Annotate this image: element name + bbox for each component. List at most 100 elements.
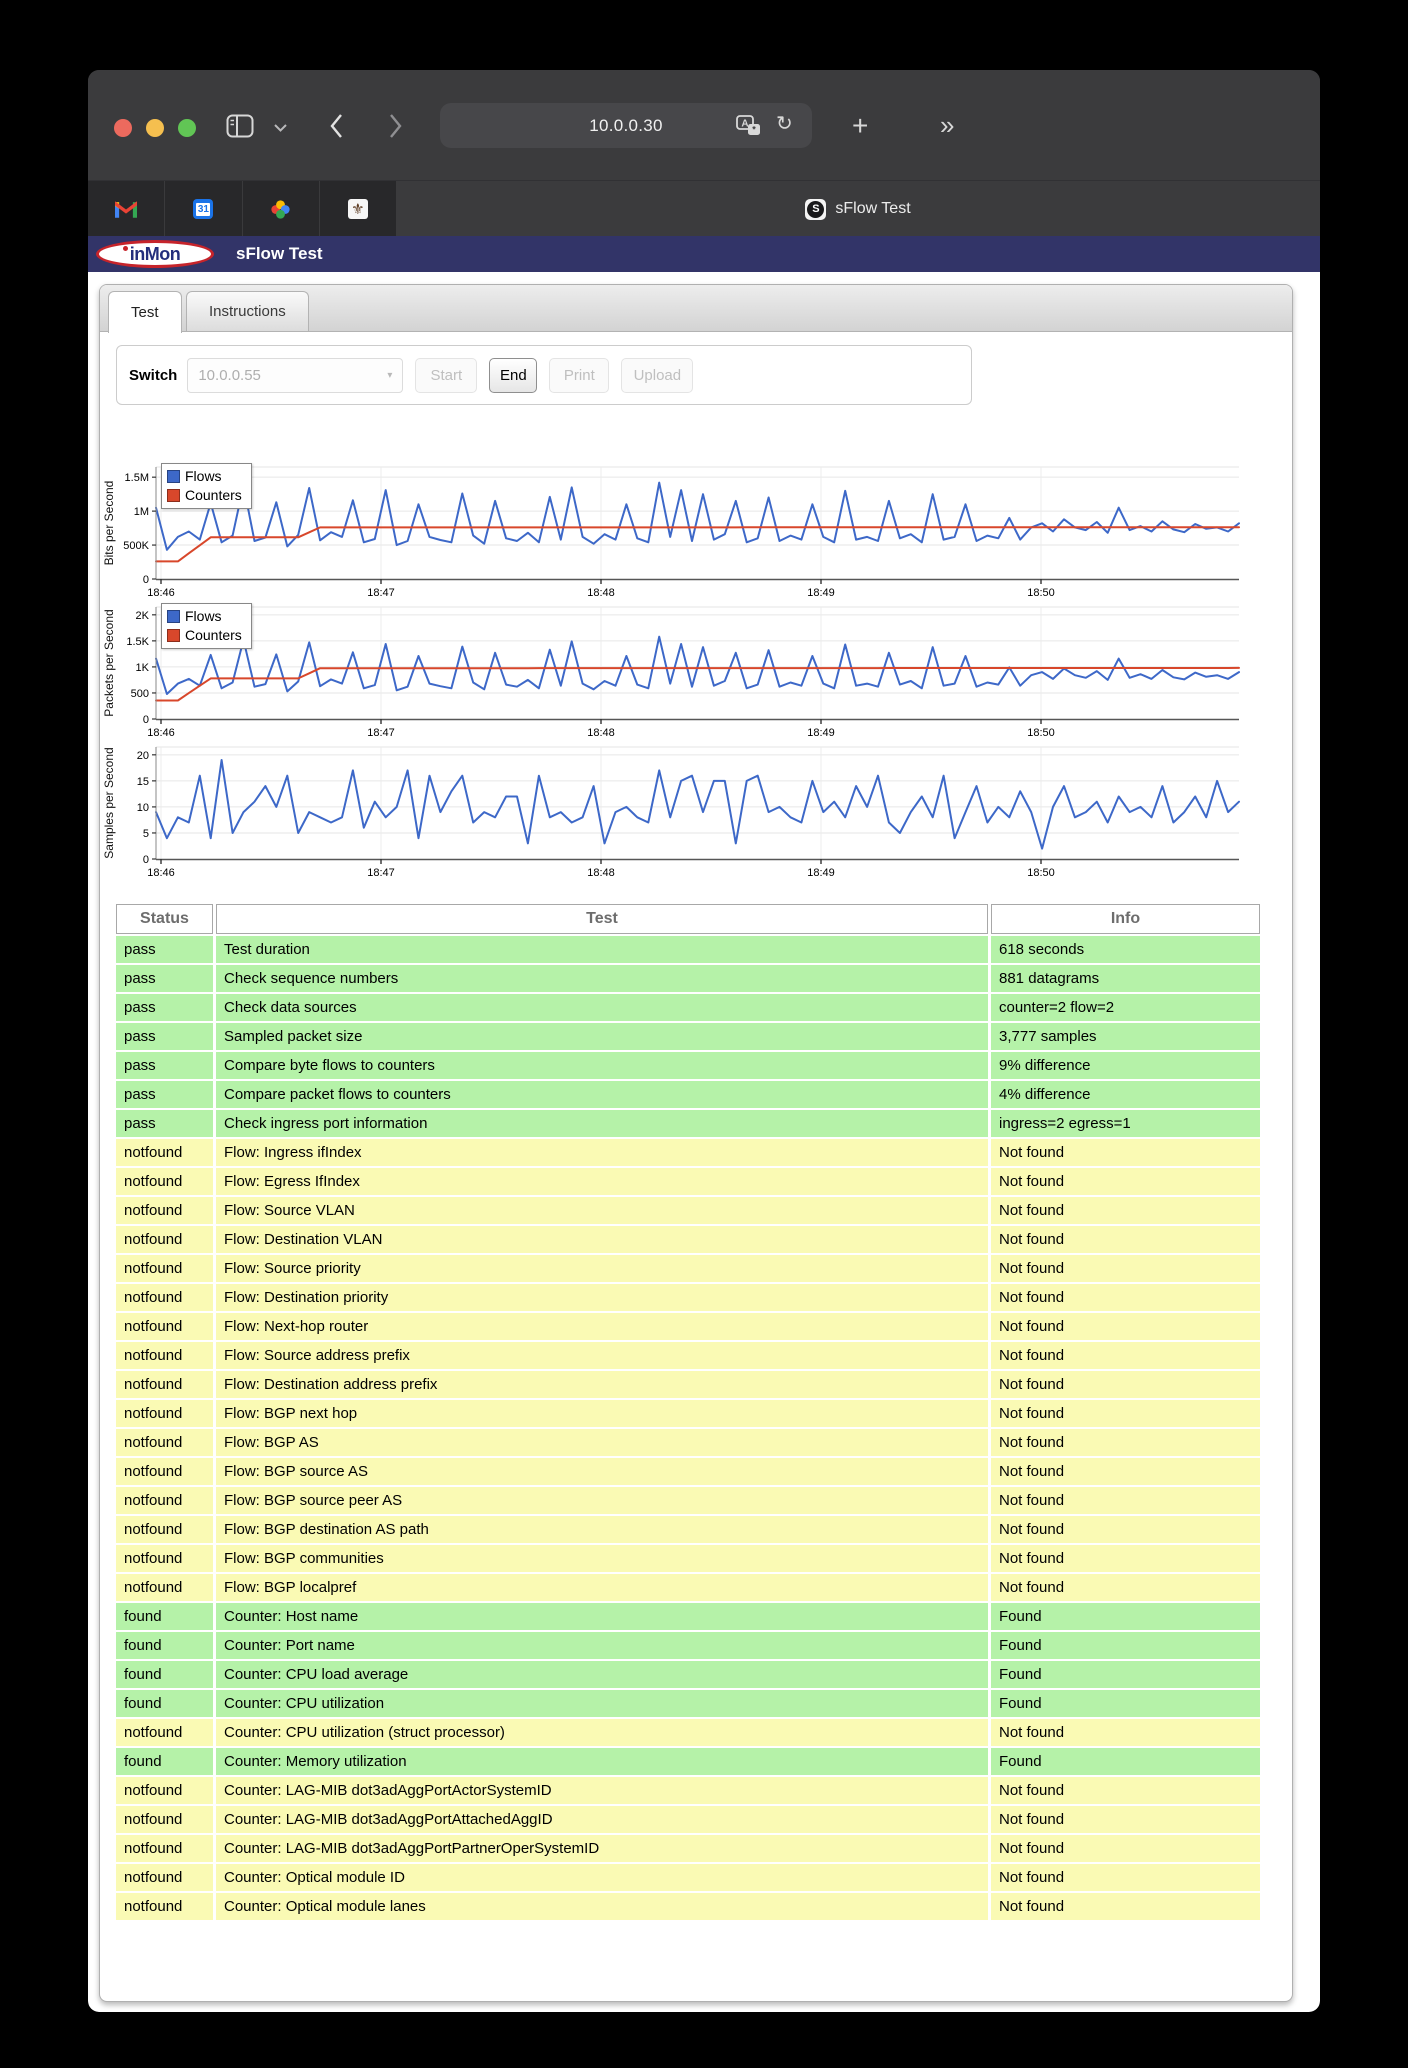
table-row: notfound Flow: BGP localpref Not found [116,1574,1260,1601]
table-row: notfound Flow: Egress IfIndex Not found [116,1168,1260,1195]
table-row: notfound Flow: Destination address prefix… [116,1371,1260,1398]
close-window-button[interactable] [114,119,132,137]
web-page: inMon sFlow Test Test Instructions Switc… [88,236,1320,2012]
cell-test: Flow: BGP localpref [216,1574,988,1601]
forward-icon[interactable] [388,112,404,140]
chart-bits-per-second: 18:46 18:47 18:48 18:49 18:50 0 500K 1M 1.5M Bits… [100,461,1240,601]
table-row: notfound Counter: LAG-MIB dot3adAggPortAc… [116,1777,1260,1804]
cell-status: notfound [116,1400,213,1427]
url-field[interactable]: 10.0.0.30 A * ↻ [440,103,812,148]
cell-test: Flow: Next-hop router [216,1313,988,1340]
table-row: notfound Flow: Destination priority Not fo… [116,1284,1260,1311]
legend-item: Counters [167,626,242,645]
svg-text:18:50: 18:50 [1027,867,1055,879]
legend-label: Flows [185,468,222,484]
end-button[interactable]: End [489,357,538,393]
reload-icon[interactable]: ↻ [776,114,793,134]
cell-info: Not found [991,1545,1260,1572]
tab-test[interactable]: Test [108,291,182,333]
sflow-favicon: S [805,198,827,220]
cell-test: Flow: Destination VLAN [216,1226,988,1253]
sidebar-icon[interactable] [226,114,254,138]
legend-label: Flows [185,608,222,624]
legend-label: Counters [185,627,242,643]
back-icon[interactable] [328,112,344,140]
switch-select[interactable]: 10.0.0.55 ▾ [187,357,404,393]
cell-status: notfound [116,1864,213,1891]
cell-test: Counter: Optical module ID [216,1864,988,1891]
pinned-tab-photos[interactable] [243,181,320,237]
cell-status: notfound [116,1545,213,1572]
cell-info: Found [991,1690,1260,1717]
upload-button[interactable]: Upload [621,357,694,393]
svg-text:18:49: 18:49 [807,867,835,879]
chevron-down-icon[interactable] [274,124,287,132]
table-row: notfound Counter: Optical module lanes Not… [116,1893,1260,1920]
svg-text:18:49: 18:49 [807,727,835,739]
cell-info: Not found [991,1255,1260,1282]
cell-info: 9% difference [991,1052,1260,1079]
cell-status: pass [116,936,213,963]
table-row: notfound Flow: Source address prefix Not f… [116,1342,1260,1369]
cell-info: Not found [991,1864,1260,1891]
print-button[interactable]: Print [549,357,610,393]
active-tab-title: sFlow Test [835,200,911,217]
new-tab-icon[interactable]: + [852,112,868,140]
svg-text:18:47: 18:47 [367,587,395,599]
cell-test: Check sequence numbers [216,965,988,992]
svg-text:1M: 1M [134,506,149,518]
svg-text:18:48: 18:48 [587,867,615,879]
table-row: notfound Counter: LAG-MIB dot3adAggPortAt… [116,1806,1260,1833]
cell-status: found [116,1603,213,1630]
svg-text:1K: 1K [136,662,150,674]
svg-text:18:46: 18:46 [147,727,175,739]
table-row: notfound Flow: BGP communities Not found [116,1545,1260,1572]
table-row: pass Check sequence numbers 881 datagrams [116,965,1260,992]
svg-text:18:50: 18:50 [1027,727,1055,739]
active-tab[interactable]: S sFlow Test [396,181,1320,237]
table-header-row: Status Test Info [116,904,1260,934]
cell-status: notfound [116,1835,213,1862]
cell-info: Not found [991,1400,1260,1427]
svg-text:20: 20 [137,750,149,762]
cell-info: Not found [991,1342,1260,1369]
cell-test: Flow: Ingress ifIndex [216,1139,988,1166]
svg-text:1.5K: 1.5K [126,636,149,648]
cell-status: pass [116,965,213,992]
site-header: inMon sFlow Test [88,236,1320,272]
svg-text:*: * [752,125,756,135]
table-row: pass Check ingress port information ingres… [116,1110,1260,1137]
cell-info: Not found [991,1226,1260,1253]
cell-test: Sampled packet size [216,1023,988,1050]
translate-icon[interactable]: A * [736,115,761,136]
svg-text:500: 500 [131,688,149,700]
cell-info: ingress=2 egress=1 [991,1110,1260,1137]
cell-status: notfound [116,1313,213,1340]
cell-info: Not found [991,1777,1260,1804]
chart-canvas: 18:46 18:47 18:48 18:49 18:50 0 500 1K 1.5K 2K Pac… [102,606,1240,739]
table-row: notfound Counter: CPU utilization (struct… [116,1719,1260,1746]
forward-glyph [390,114,402,138]
cell-status: found [116,1748,213,1775]
start-button[interactable]: Start [415,357,478,393]
pinned-tab-calendar[interactable]: 31 [165,181,243,237]
zoom-window-button[interactable] [178,119,196,137]
overflow-chevrons-icon[interactable]: » [940,112,954,138]
svg-text:18:48: 18:48 [587,727,615,739]
table-row: notfound Flow: BGP next hop Not found [116,1400,1260,1427]
cell-test: Counter: CPU utilization [216,1690,988,1717]
pinned-tab-scouting[interactable]: ⚜ [320,181,396,237]
pinned-tab-gmail[interactable] [88,181,166,237]
cell-test: Flow: BGP source peer AS [216,1487,988,1514]
cell-test: Counter: CPU utilization (struct process… [216,1719,988,1746]
tab-instructions[interactable]: Instructions [186,291,309,331]
switch-select-value: 10.0.0.55 [198,366,261,384]
minimize-window-button[interactable] [146,119,164,137]
svg-text:0: 0 [143,574,149,586]
table-row: notfound Flow: BGP destination AS path Not… [116,1516,1260,1543]
chart-legend: Flows Counters [161,463,252,509]
chevron-down-glyph [274,124,287,132]
cell-test: Flow: Destination priority [216,1284,988,1311]
svg-text:18:50: 18:50 [1027,587,1055,599]
select-caret-icon: ▾ [387,369,393,381]
